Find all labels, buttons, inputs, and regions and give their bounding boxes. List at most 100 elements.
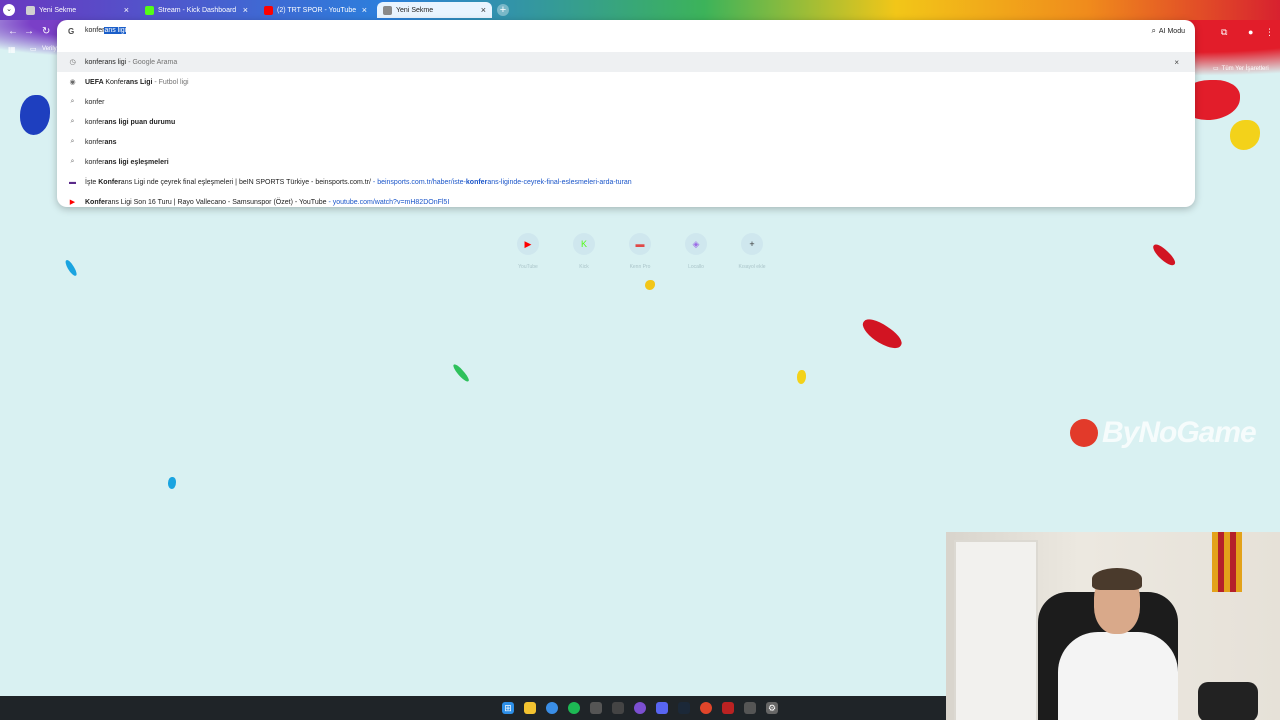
shortcut-label: Kenn Pro bbox=[629, 264, 651, 270]
suggestion-text-part: Konfer bbox=[105, 78, 126, 86]
extensions-icon[interactable]: ⧉ bbox=[1221, 27, 1227, 38]
search-icon: ⌕ bbox=[70, 118, 75, 125]
apps-icon[interactable]: ▦ bbox=[8, 45, 16, 54]
suggestion-text: konferans ligi - Google Arama bbox=[85, 59, 177, 66]
new-tab-favicon-icon bbox=[383, 5, 392, 15]
steam-icon[interactable] bbox=[678, 702, 690, 714]
suggestion-text-part: ans bbox=[104, 138, 117, 146]
uefa-logo-icon: ◉ bbox=[69, 79, 76, 86]
site-icon: ▬ bbox=[629, 233, 651, 255]
forward-icon[interactable]: → bbox=[24, 26, 34, 37]
person-shirt bbox=[1058, 632, 1178, 720]
app-icon[interactable] bbox=[700, 702, 712, 714]
suggestion-text: konferans bbox=[85, 139, 117, 146]
suggestion-text-part: - Futbol ligi bbox=[152, 78, 189, 86]
shortcut-tile[interactable]: ▬ Kenn Pro bbox=[620, 233, 660, 270]
bookmark-folder-icon[interactable]: ▭ bbox=[30, 45, 37, 53]
bein-icon: ▬ bbox=[69, 178, 76, 186]
spotify-icon[interactable] bbox=[568, 702, 580, 714]
shortcut-label: Kısayol ekle bbox=[738, 264, 766, 270]
omnibox-input[interactable]: G konferans ligi ⌕ AI Modu bbox=[57, 20, 1195, 42]
suggestion-text-part: konfer bbox=[85, 118, 105, 126]
suggestion-text-part: ans ligi eşleşmeleri bbox=[104, 158, 169, 166]
ai-mode-button[interactable]: ⌕ AI Modu bbox=[1151, 26, 1185, 36]
close-icon[interactable]: × bbox=[481, 5, 486, 15]
tab-strip: ⌄ Yeni Sekme × Stream - Kick Dashboard ×… bbox=[0, 0, 1280, 20]
tab-1[interactable]: Stream - Kick Dashboard × bbox=[139, 2, 254, 18]
settings-icon[interactable]: ⚙ bbox=[766, 702, 778, 714]
file-explorer-icon[interactable] bbox=[524, 702, 536, 714]
app-icon[interactable] bbox=[722, 702, 734, 714]
tab-2[interactable]: (2) TRT SPOR - YouTube × bbox=[258, 2, 373, 18]
suggestion-text-part: konferans ligi bbox=[85, 58, 127, 66]
shortcut-tile[interactable]: ◈ Locallo bbox=[676, 233, 716, 270]
close-icon[interactable]: × bbox=[243, 5, 248, 15]
start-icon[interactable]: ⊞ bbox=[502, 702, 514, 714]
omnibox-text[interactable]: konferans ligi bbox=[85, 27, 127, 34]
all-bookmarks-label: Tüm Yer İşaretleri bbox=[1221, 65, 1269, 72]
suggestion-text-part: konfer bbox=[85, 98, 105, 106]
history-icon: ◷ bbox=[69, 59, 76, 66]
search-icon: ⌕ bbox=[70, 98, 75, 105]
suggestion-text: UEFA Konferans Ligi - Futbol ligi bbox=[85, 79, 189, 86]
suggestion-text-part: ans Ligi Son 16 Turu | Rayo Vallecano - … bbox=[107, 198, 327, 206]
search-icon: ⌕ bbox=[70, 158, 75, 165]
tab-0[interactable]: Yeni Sekme × bbox=[20, 2, 135, 18]
menu-icon[interactable]: ⋮ bbox=[1265, 27, 1274, 38]
reload-icon[interactable]: ↻ bbox=[42, 26, 50, 37]
suggestion-text: konferans ligi eşleşmeleri bbox=[85, 159, 169, 166]
back-icon[interactable]: ← bbox=[8, 26, 18, 37]
suggestion-text: Konferans Ligi Son 16 Turu | Rayo Vallec… bbox=[85, 199, 449, 206]
shortcut-label: Locallo bbox=[688, 264, 704, 270]
omnibox-dropdown: G konferans ligi ⌕ AI Modu ◷ konferans li… bbox=[57, 20, 1195, 207]
kick-icon bbox=[145, 5, 154, 15]
suggestion-text-part: konfer bbox=[85, 158, 105, 166]
app-icon[interactable] bbox=[612, 702, 624, 714]
bynogame-logo-icon bbox=[1070, 419, 1098, 447]
suggestion-row[interactable]: ⌕ konferans bbox=[57, 132, 1195, 152]
new-tab-favicon-icon bbox=[26, 5, 35, 15]
discord-icon[interactable] bbox=[656, 702, 668, 714]
shortcut-tile[interactable]: K Kick bbox=[564, 233, 604, 270]
tab-search-icon[interactable]: ⌄ bbox=[3, 4, 15, 16]
plus-icon: + bbox=[741, 233, 763, 255]
new-tab-button[interactable]: + bbox=[497, 4, 509, 16]
bookmark-left[interactable]: Verily bbox=[42, 46, 57, 52]
suggestion-text-part: ans Ligi nde çeyrek final eşleşmeleri | … bbox=[120, 178, 371, 186]
watermark-text: ByNoGame bbox=[1102, 416, 1257, 449]
suggestion-row[interactable]: ▬ İşte Konferans Ligi nde çeyrek final eş… bbox=[57, 172, 1195, 192]
all-bookmarks[interactable]: ▭ Tüm Yer İşaretleri bbox=[1213, 65, 1269, 73]
suggestion-text-part: ans Ligi bbox=[125, 78, 153, 86]
close-icon[interactable]: × bbox=[362, 5, 367, 15]
webcam-overlay bbox=[946, 532, 1280, 720]
suggestion-row[interactable]: ⌕ konfer bbox=[57, 92, 1195, 112]
profile-icon[interactable]: ● bbox=[1248, 27, 1253, 37]
ai-mode-label: AI Modu bbox=[1158, 27, 1185, 35]
suggestion-text-part: - beinsports.com.tr/haber/iste- bbox=[370, 178, 466, 186]
shortcut-tile[interactable]: + Kısayol ekle bbox=[732, 233, 772, 270]
microphone bbox=[1198, 682, 1258, 720]
folder-icon: ▭ bbox=[1213, 66, 1219, 72]
app-icon[interactable] bbox=[634, 702, 646, 714]
close-icon[interactable]: × bbox=[124, 5, 129, 15]
chrome-icon[interactable] bbox=[546, 702, 558, 714]
tab-3-active[interactable]: Yeni Sekme × bbox=[377, 2, 492, 18]
remove-suggestion-icon[interactable]: × bbox=[1174, 58, 1179, 67]
tab-label: Stream - Kick Dashboard bbox=[158, 6, 237, 14]
app-icon: ◈ bbox=[685, 233, 707, 255]
suggestion-text-part: İşte bbox=[85, 178, 99, 186]
suggestion-row[interactable]: ⌕ konferans ligi eşleşmeleri bbox=[57, 152, 1195, 172]
suggestion-row[interactable]: ▶ Konferans Ligi Son 16 Turu | Rayo Valle… bbox=[57, 192, 1195, 207]
tab-label: Yeni Sekme bbox=[396, 6, 434, 14]
paint-splat bbox=[858, 314, 906, 354]
suggestion-text: İşte Konferans Ligi nde çeyrek final eşl… bbox=[85, 179, 632, 186]
suggestion-row[interactable]: ◉ UEFA Konferans Ligi - Futbol ligi bbox=[57, 72, 1195, 92]
shortcut-tile[interactable]: ▶ YouTube bbox=[508, 233, 548, 270]
app-icon[interactable] bbox=[590, 702, 602, 714]
app-icon[interactable] bbox=[744, 702, 756, 714]
suggestion-row[interactable]: ⌕ konferans ligi puan durumu bbox=[57, 112, 1195, 132]
door bbox=[954, 540, 1038, 720]
suggestion-text-part: UEFA bbox=[85, 78, 106, 86]
suggestion-text-part: ans ligi puan durumu bbox=[104, 118, 176, 126]
suggestion-row[interactable]: ◷ konferans ligi - Google Arama × bbox=[57, 52, 1195, 72]
